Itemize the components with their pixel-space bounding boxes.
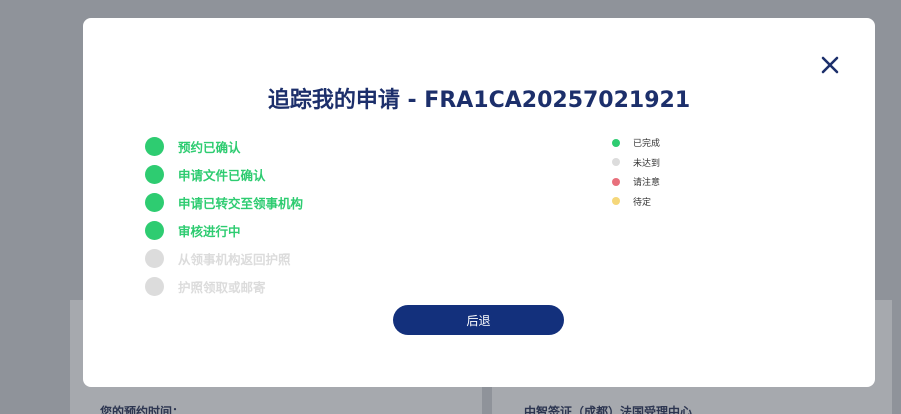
step-label: 申请文件已确认	[178, 167, 266, 183]
progress-step: 审核进行中	[145, 221, 303, 241]
modal-title: 追踪我的申请 - FRA1CA20257021921	[267, 88, 691, 113]
status-dot-icon	[145, 221, 164, 241]
status-dot-icon	[145, 192, 164, 212]
legend-label: 请注意	[633, 178, 661, 188]
progress-step: 申请文件已确认	[145, 164, 303, 184]
legend-dot-icon	[612, 197, 620, 205]
background-center-label: 中智签证（成都）法国受理中心	[524, 405, 693, 414]
status-dot-icon	[145, 164, 164, 184]
progress-step: 预约已确认	[145, 136, 303, 156]
legend-label: 未达到	[633, 158, 661, 169]
legend-item: 已完成	[612, 136, 660, 149]
step-label: 护照领取或邮寄	[178, 280, 266, 296]
legend-item: 请注意	[612, 175, 660, 188]
step-label: 申请已转交至领事机构	[178, 195, 304, 211]
legend-label: 待定	[633, 197, 652, 208]
legend-label: 已完成	[633, 139, 661, 149]
step-label: 审核进行中	[178, 224, 241, 240]
background-appointment-label: 您的预约时间：	[100, 405, 185, 414]
legend-item: 未达到	[612, 156, 660, 169]
progress-step: 护照领取或邮寄	[145, 277, 303, 297]
legend-dot-icon	[612, 158, 620, 166]
status-dot-icon	[145, 277, 164, 297]
legend-dot-icon	[612, 177, 620, 186]
status-legend: 已完成 未达到 请注意 待定	[612, 136, 660, 214]
back-button[interactable]: 后退	[393, 305, 564, 335]
progress-step: 从领事机构返回护照	[145, 249, 303, 269]
legend-dot-icon	[612, 138, 620, 147]
step-label: 预约已确认	[178, 139, 241, 155]
close-button[interactable]	[817, 52, 843, 78]
legend-item: 待定	[612, 195, 660, 208]
tracking-modal: 追踪我的申请 - FRA1CA20257021921 预约已确认 申请文件已确认…	[83, 18, 875, 387]
progress-step: 申请已转交至领事机构	[145, 192, 303, 212]
status-dot-icon	[145, 249, 164, 269]
close-icon	[821, 56, 839, 74]
step-label: 从领事机构返回护照	[178, 252, 291, 268]
status-dot-icon	[145, 136, 164, 156]
progress-steps: 预约已确认 申请文件已确认 申请已转交至领事机构 审核进行中 从领事机构返回护照…	[145, 136, 303, 305]
